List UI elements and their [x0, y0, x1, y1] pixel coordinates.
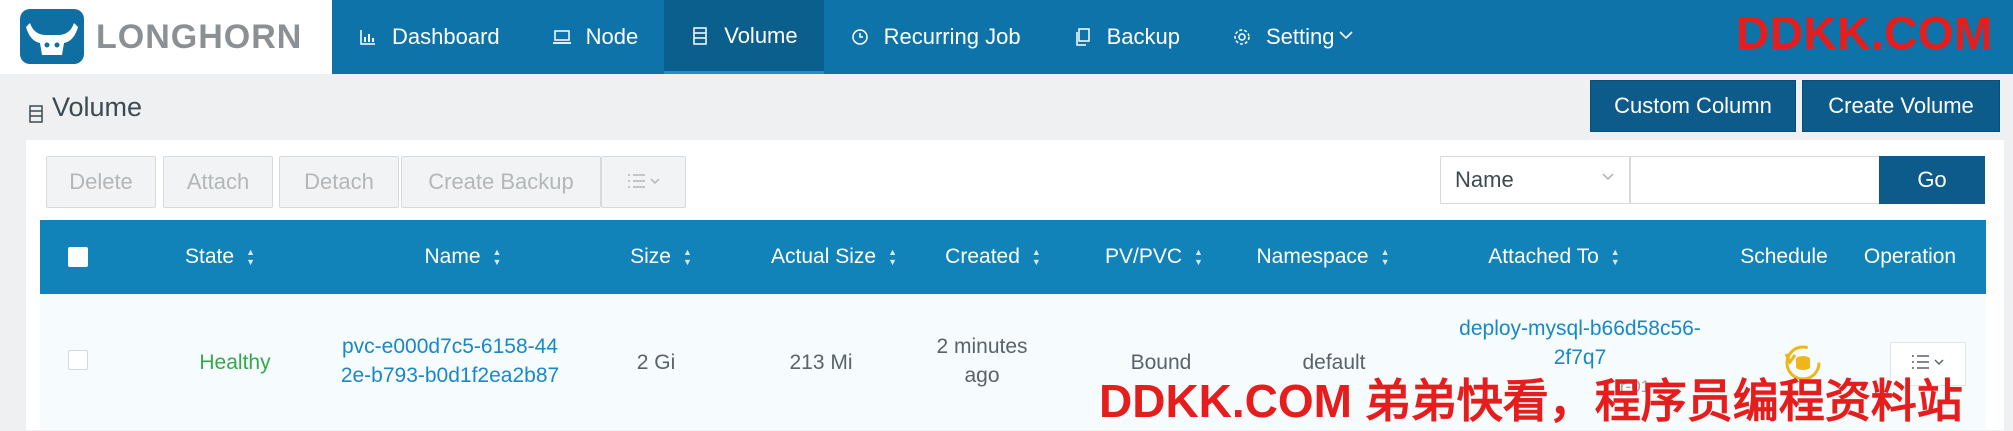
- gear-icon: [1232, 27, 1252, 47]
- column-attached-to[interactable]: Attached To ▲ ▼: [1464, 220, 1644, 294]
- column-label: Created: [945, 245, 1020, 268]
- sort-icon: ▲ ▼: [1380, 247, 1390, 267]
- actual-size-cell: 213 Mi: [789, 351, 853, 374]
- create-backup-button[interactable]: Create Backup: [401, 156, 601, 208]
- search-input[interactable]: [1630, 156, 1880, 204]
- nav-backup[interactable]: Backup: [1047, 0, 1206, 74]
- attached-to-line: deploy-mysql-b66d58c56-: [1459, 317, 1701, 340]
- custom-column-button[interactable]: Custom Column: [1590, 80, 1796, 132]
- nav-label: Backup: [1106, 24, 1180, 49]
- sort-icon: ▲ ▼: [1610, 247, 1620, 267]
- column-label: PV/PVC: [1105, 245, 1183, 268]
- volume-name-line: pvc-e000d7c5-6158-44: [342, 335, 558, 358]
- column-name[interactable]: Name ▲ ▼: [378, 220, 548, 294]
- sort-icon: ▲ ▼: [1194, 247, 1203, 267]
- column-pv-pvc[interactable]: PV/PVC ▲ ▼: [1084, 220, 1224, 294]
- sort-icon: ▲ ▼: [682, 247, 692, 267]
- detach-button[interactable]: Detach: [279, 156, 399, 208]
- sort-icon: ▲ ▼: [888, 247, 897, 267]
- column-created[interactable]: Created ▲ ▼: [918, 220, 1068, 294]
- search-field-select[interactable]: Name: [1440, 156, 1630, 204]
- page-title-text: Volume: [52, 92, 143, 122]
- column-label: Namespace: [1256, 245, 1369, 268]
- column-state[interactable]: State ▲ ▼: [160, 220, 280, 294]
- longhorn-logo-icon: [20, 9, 84, 64]
- nav-volume[interactable]: Volume: [664, 0, 824, 74]
- bar-chart-icon: [358, 27, 378, 47]
- nav-label: Dashboard: [392, 24, 500, 49]
- nav-label: Volume: [724, 22, 798, 48]
- column-actual-size[interactable]: Actual Size ▲ ▼: [734, 220, 934, 294]
- column-label: Schedule: [1740, 245, 1828, 268]
- copy-icon: [1073, 27, 1093, 47]
- table-header: State ▲ ▼ Name ▲ ▼ Size ▲ ▼ Actual Size ▲ ▼ …: [40, 220, 1986, 294]
- database-icon: [690, 26, 710, 46]
- nav-label: Node: [585, 24, 639, 49]
- column-label: State: [185, 245, 235, 268]
- delete-button[interactable]: Delete: [46, 156, 156, 208]
- nav-setting[interactable]: Setting: [1206, 0, 1381, 74]
- brand-logo[interactable]: LONGHORN: [0, 0, 332, 74]
- nav-label: Setting: [1265, 24, 1335, 49]
- main-nav: Dashboard Node Volume Recurring Job Back…: [332, 0, 1380, 74]
- column-size[interactable]: Size ▲ ▼: [606, 220, 716, 294]
- create-volume-button[interactable]: Create Volume: [1802, 80, 2000, 132]
- clock-icon: [850, 27, 870, 47]
- go-button[interactable]: Go: [1879, 156, 1985, 204]
- sort-icon: ▲ ▼: [1031, 247, 1041, 267]
- column-operation: Operation: [1834, 220, 1986, 294]
- nav-label: Recurring Job: [883, 24, 1021, 49]
- top-header: LONGHORN Dashboard Node Volume Recurring…: [0, 0, 2013, 74]
- sort-icon: ▲ ▼: [492, 247, 502, 267]
- chevron-down-icon: [1601, 169, 1615, 187]
- chevron-down-icon: [1338, 28, 1354, 46]
- created-line: 2 minutes: [936, 335, 1028, 358]
- column-label: Attached To: [1488, 245, 1599, 268]
- watermark-text: DDKK.COM 弟弟快看，程序员编程资料站: [1099, 375, 1963, 427]
- column-label: Name: [424, 245, 481, 268]
- volume-name-line: 2e-b793-b0d1f2ea2b87: [340, 364, 560, 387]
- bulk-actions-menu-button[interactable]: [601, 156, 686, 208]
- state-cell: Healthy: [199, 351, 271, 374]
- nav-recurring-job[interactable]: Recurring Job: [824, 0, 1047, 74]
- size-cell: 2 Gi: [636, 351, 676, 374]
- database-icon: [28, 99, 44, 123]
- volume-name-link[interactable]: pvc-e000d7c5-6158-44 2e-b793-b0d1f2ea2b8…: [320, 332, 580, 390]
- brand-name: LONGHORN: [96, 18, 303, 56]
- page-title: Volume: [28, 92, 142, 123]
- attach-button[interactable]: Attach: [163, 156, 273, 208]
- nav-dashboard[interactable]: Dashboard: [332, 0, 526, 74]
- select-all-checkbox[interactable]: [68, 247, 88, 267]
- row-checkbox[interactable]: [68, 350, 88, 370]
- sort-icon: ▲ ▼: [246, 247, 255, 267]
- created-line: ago: [964, 364, 1000, 387]
- watermark-text: DDKK.COM: [1736, 7, 1993, 59]
- list-icon: [627, 169, 661, 195]
- column-label: Size: [630, 245, 671, 268]
- created-cell: 2 minutes ago: [912, 332, 1052, 390]
- column-schedule: Schedule: [1736, 220, 1832, 294]
- laptop-icon: [552, 27, 572, 47]
- column-label: Operation: [1863, 245, 1957, 268]
- column-namespace[interactable]: Namespace ▲ ▼: [1228, 220, 1418, 294]
- nav-node[interactable]: Node: [526, 0, 665, 74]
- search-field-value: Name: [1455, 167, 1514, 192]
- column-label: Actual Size: [771, 245, 877, 268]
